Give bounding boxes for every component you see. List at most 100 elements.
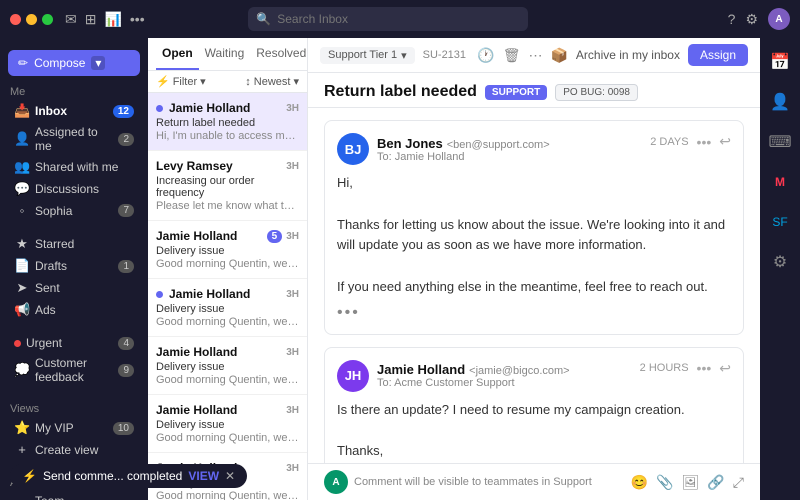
more-options-icon[interactable]: ⋯ <box>528 47 542 64</box>
expand-icon[interactable]: ⤢ <box>733 474 744 491</box>
drafts-icon: 📄 <box>14 258 30 274</box>
emoji-icon[interactable]: 😊 <box>631 474 648 491</box>
close-window-btn[interactable] <box>10 14 21 25</box>
filter-label: Filter <box>173 76 197 88</box>
sidebar-item-ads[interactable]: 📢 Ads <box>4 299 144 321</box>
ads-icon: 📢 <box>14 302 30 318</box>
sort-chevron: ▾ <box>293 75 299 88</box>
support-tier-badge[interactable]: Support Tier 1 ▾ <box>320 47 415 64</box>
list-item[interactable]: Jamie Holland 3H Delivery issue Good mor… <box>148 395 307 453</box>
email-sender: Levy Ramsey 3H <box>156 159 299 173</box>
assigned-icon: 👤 <box>14 131 30 147</box>
more-icon[interactable]: ••• <box>130 11 145 27</box>
image-icon[interactable]: 🖼 <box>682 474 700 491</box>
tab-open[interactable]: Open <box>156 38 199 70</box>
email-preview: Good morning Quentin, we want... <box>156 432 299 444</box>
reply-icon[interactable]: ↩ <box>719 360 731 377</box>
reply-icon[interactable]: ↩ <box>719 133 731 150</box>
po-tag-badge: PO BUG: 0098 <box>555 84 638 101</box>
attachment-icon[interactable]: 📎 <box>656 474 673 491</box>
clock-icon[interactable]: 🕐 <box>477 47 494 64</box>
compose-chevron[interactable]: ▾ <box>91 56 105 70</box>
sidebar-item-discussions[interactable]: 💬 Discussions <box>4 178 144 200</box>
sidebar-item-vip[interactable]: ⭐ My VIP 10 <box>4 417 144 439</box>
pill-close-button[interactable]: ✕ <box>225 469 235 483</box>
msg-sender-details: Jamie Holland <jamie@bigco.com> To: Acme… <box>377 362 570 389</box>
settings-icon[interactable]: ⚙ <box>745 11 758 28</box>
email-sender: Jamie Holland 3H <box>156 403 299 417</box>
email-preview: Hi, I'm unable to access my return... <box>156 130 299 142</box>
filter-button[interactable]: ⚡ Filter ▾ <box>156 75 206 88</box>
pill-text: Send comme... completed <box>43 469 182 483</box>
sort-label: Newest <box>254 76 291 88</box>
starred-section: ★ Starred 📄 Drafts 1 ➤ Sent 📢 Ads <box>0 233 148 321</box>
send-comments-pill: ⚡ Send comme... completed VIEW ✕ <box>10 464 247 488</box>
sort-button[interactable]: ↕ Newest ▾ <box>245 75 299 88</box>
email-list: Jamie Holland 3H Return label needed Hi,… <box>148 93 307 500</box>
main-content: Support Tier 1 ▾ SU-2131 🕐 🗑 ⋯ 📦 Archive… <box>308 38 760 500</box>
sidebar-item-shared[interactable]: 👥 Shared with me <box>4 156 144 178</box>
salesforce-icon[interactable]: SF <box>764 206 796 238</box>
sidebar-item-assigned[interactable]: 👤 Assigned to me 2 <box>4 122 144 156</box>
contacts-icon[interactable]: 👤 <box>764 86 796 118</box>
email-sender: Jamie Holland 5 3H <box>156 229 299 243</box>
list-item[interactable]: Levy Ramsey 3H Increasing our order freq… <box>148 151 307 221</box>
help-icon[interactable]: ? <box>728 11 736 27</box>
list-item[interactable]: Jamie Holland 3H Return label needed Hi,… <box>148 93 307 151</box>
grid-icon[interactable]: ⊞ <box>85 11 97 28</box>
more-icon[interactable]: ••• <box>697 134 712 150</box>
sidebar-item-feedback[interactable]: 💭 Customer feedback 9 <box>4 353 144 387</box>
search-input[interactable] <box>277 12 520 26</box>
search-bar[interactable]: 🔍 <box>248 7 528 31</box>
trash-icon[interactable]: 🗑 <box>503 47 521 64</box>
sidebar-item-starred[interactable]: ★ Starred <box>4 233 144 255</box>
email-preview: Good morning Quentin, we want... <box>156 490 299 500</box>
user-avatar[interactable]: A <box>768 8 790 30</box>
urgent-dot <box>14 340 21 347</box>
views-header[interactable]: Views <box>0 399 148 417</box>
sidebar-item-inbox[interactable]: 📥 Inbox 12 <box>4 100 144 122</box>
link-icon[interactable]: 🔗 <box>707 474 724 491</box>
sidebar-item-drafts[interactable]: 📄 Drafts 1 <box>4 255 144 277</box>
message-card: BJ Ben Jones <ben@support.com> To: Jamie… <box>324 120 744 335</box>
vip-icon: ⭐ <box>14 420 30 436</box>
chart-icon[interactable]: 📊 <box>104 11 121 28</box>
email-list-toolbar: ⚡ Filter ▾ ↕ Newest ▾ <box>148 71 307 93</box>
email-subject: Return label needed <box>156 117 299 129</box>
email-sender: Jamie Holland 3H <box>156 101 299 115</box>
pill-view[interactable]: VIEW <box>188 469 219 483</box>
manage-icon[interactable]: ⚙ <box>764 246 796 278</box>
vip-badge: 10 <box>113 422 134 435</box>
shortcuts-icon[interactable]: ⌨ <box>764 126 796 158</box>
me-header[interactable]: Me <box>0 82 148 100</box>
msg-sender-info: BJ Ben Jones <ben@support.com> To: Jamie… <box>337 133 550 165</box>
sidebar-item-team-inboxes[interactable]: 📬 Team inboxes 172 <box>4 491 144 500</box>
content-header-left: Support Tier 1 ▾ SU-2131 <box>320 47 469 64</box>
mail-icon[interactable]: ✉ <box>65 11 77 28</box>
list-item[interactable]: Jamie Holland 5 3H Delivery issue Good m… <box>148 221 307 279</box>
top-bar: ✉ ⊞ 📊 ••• 🔍 ? ⚙ A <box>0 0 800 38</box>
urgent-badge: 4 <box>118 337 134 350</box>
list-item[interactable]: Jamie Holland 3H Delivery issue Good mor… <box>148 337 307 395</box>
sidebar-item-create-view[interactable]: + Create view <box>4 439 144 460</box>
unread-dot <box>156 291 163 298</box>
minimize-window-btn[interactable] <box>26 14 37 25</box>
calendar-icon[interactable]: 📅 <box>764 46 796 78</box>
maximize-window-btn[interactable] <box>42 14 53 25</box>
more-icon[interactable]: ••• <box>697 360 712 376</box>
tab-waiting[interactable]: Waiting <box>199 38 251 70</box>
compose-button[interactable]: ✏ Compose ▾ <box>8 50 140 76</box>
sidebar-item-urgent[interactable]: Urgent 4 <box>4 333 144 353</box>
monday-icon[interactable]: M <box>764 166 796 198</box>
assign-button[interactable]: Assign <box>688 44 748 66</box>
sidebar-item-sent[interactable]: ➤ Sent <box>4 277 144 299</box>
list-item[interactable]: Jamie Holland 3H Delivery issue Good mor… <box>148 279 307 337</box>
sidebar-item-sophia[interactable]: ◦ Sophia 7 <box>4 200 144 221</box>
msg-to: To: Acme Customer Support <box>377 377 570 389</box>
email-tabs: Open Waiting Resolved Trash Spam <box>148 38 307 71</box>
inbox-icon: 📥 <box>14 103 30 119</box>
archive-icon[interactable]: 📦 <box>550 47 567 64</box>
msg-time: 2 HOURS <box>640 362 689 374</box>
tab-resolved[interactable]: Resolved <box>250 38 312 70</box>
msg-sender-details: Ben Jones <ben@support.com> To: Jamie Ho… <box>377 136 550 163</box>
